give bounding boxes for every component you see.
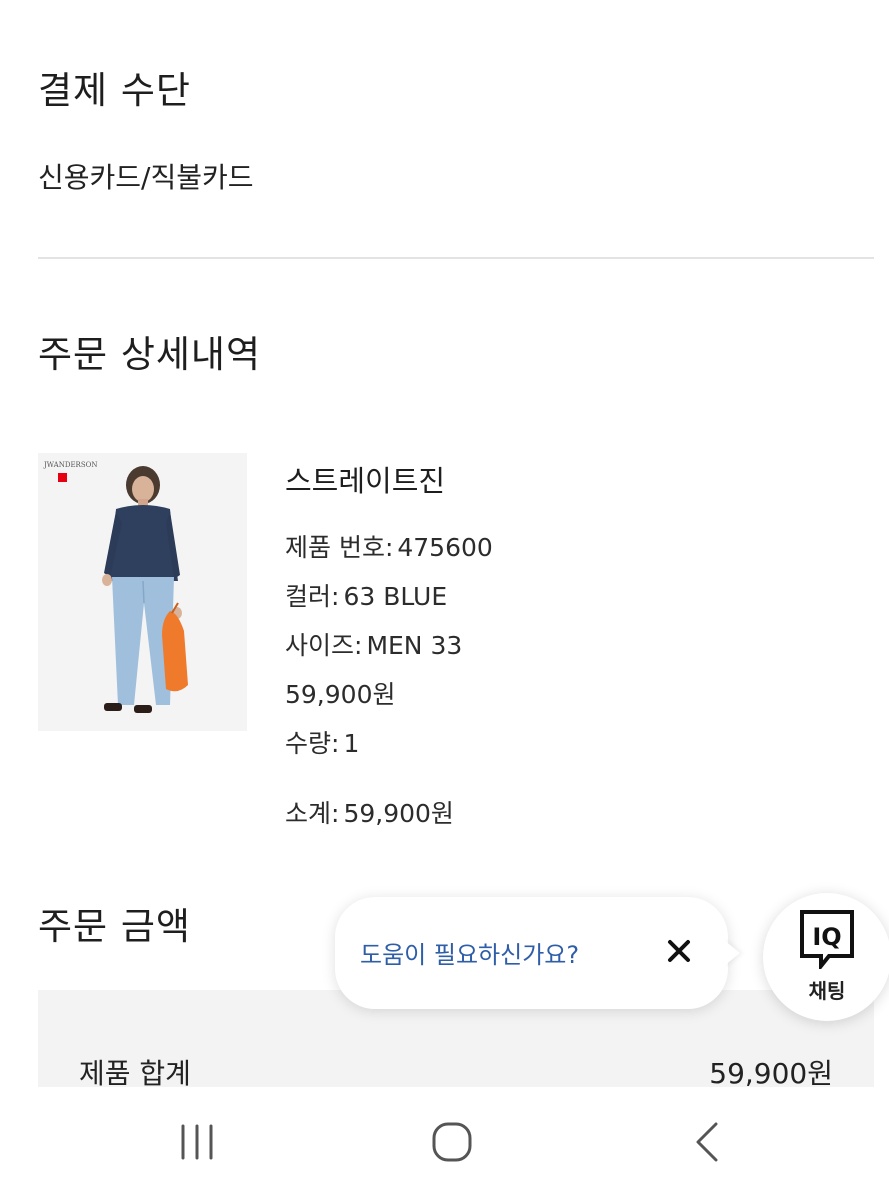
model-photo (102, 466, 188, 713)
quantity-value: 1 (343, 729, 360, 758)
home-button[interactable] (412, 1107, 492, 1177)
payment-method: 신용카드/직불카드 (38, 161, 254, 194)
size-label: 사이즈: (285, 631, 363, 660)
product-name[interactable]: 스트레이트진 (285, 458, 445, 500)
color-value: 63 BLUE (343, 582, 448, 611)
close-icon[interactable] (655, 927, 703, 975)
back-button[interactable] (668, 1107, 748, 1177)
product-number-line: 제품 번호: 475600 (285, 528, 493, 564)
size-value: MEN 33 (366, 631, 463, 660)
subtotal-value: 59,900원 (343, 799, 454, 828)
product-quantity-line: 수량: 1 (285, 724, 359, 760)
order-detail-page: 결제 수단 신용카드/직불카드 주문 상세내역 JWANDERSON 스트레이트… (0, 0, 889, 1087)
chat-label: 채팅 (808, 979, 846, 1003)
chat-icon-text: IQ (812, 923, 841, 951)
chat-button[interactable]: IQ 채팅 (763, 893, 889, 1021)
color-label: 컬러: (285, 582, 340, 611)
product-number-value: 475600 (397, 533, 493, 562)
recent-apps-button[interactable] (157, 1107, 237, 1177)
product-subtotal-line: 소계: 59,900원 (285, 794, 454, 830)
product-number-label: 제품 번호: (285, 533, 394, 562)
help-popup: 도움이 필요하신가요? (335, 897, 728, 1009)
payment-section-title: 결제 수단 (38, 69, 191, 112)
product-price: 59,900원 (285, 680, 396, 709)
product-image[interactable]: JWANDERSON (38, 453, 247, 731)
product-color-line: 컬러: 63 BLUE (285, 577, 447, 613)
home-icon (432, 1122, 472, 1162)
product-total-value: 59,900원 (709, 1057, 833, 1087)
iq-chat-icon: IQ (800, 910, 854, 969)
recent-apps-icon (181, 1124, 213, 1160)
section-divider (38, 257, 874, 259)
product-total-label: 제품 합계 (79, 1057, 191, 1087)
help-popup-text[interactable]: 도움이 필요하신가요? (360, 935, 579, 970)
order-amount-section-title: 주문 금액 (38, 905, 191, 948)
order-details-section-title: 주문 상세내역 (38, 333, 262, 376)
subtotal-label: 소계: (285, 799, 340, 828)
back-icon (696, 1122, 718, 1162)
product-size-line: 사이즈: MEN 33 (285, 626, 462, 662)
quantity-label: 수량: (285, 729, 340, 758)
help-popup-tail (724, 940, 740, 966)
system-navigation-bar (0, 1087, 889, 1200)
